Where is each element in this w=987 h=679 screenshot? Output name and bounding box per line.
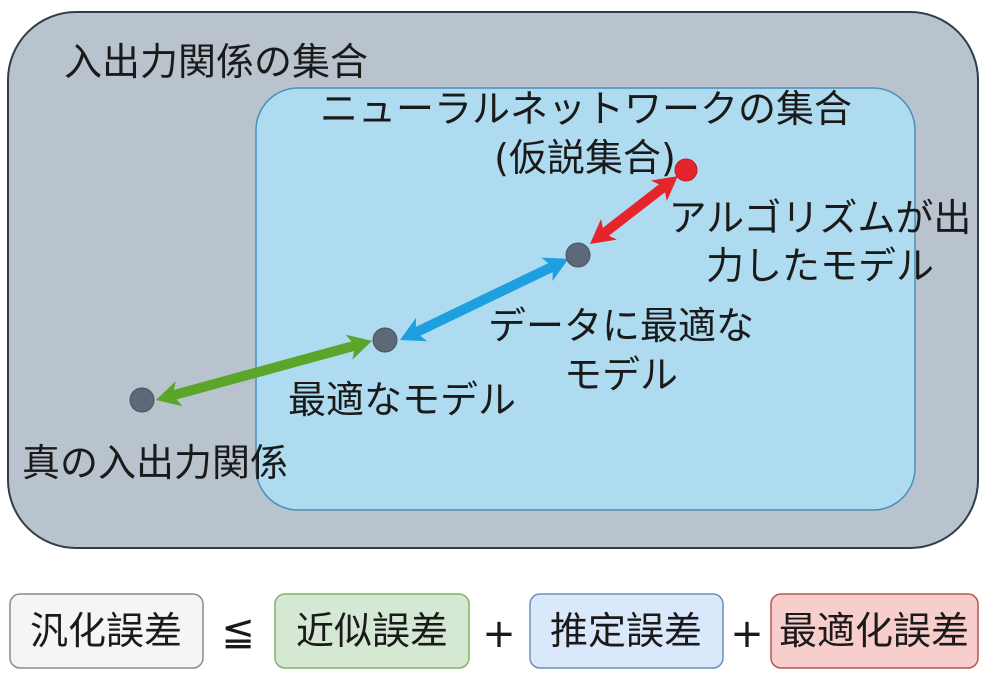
algorithm-output-label-line1: アルゴリズムが出: [669, 196, 972, 240]
estimation-error-term: 推定誤差: [529, 593, 724, 669]
optimal-model-point: [372, 327, 398, 353]
plus-symbol-1: +: [482, 611, 516, 657]
optimization-error-label: 最適化誤差: [779, 609, 969, 653]
true-relation-point: [129, 387, 155, 413]
estimation-error-label: 推定誤差: [550, 609, 702, 653]
optimal-model-label: 最適なモデル: [288, 378, 516, 422]
optimization-error-term: 最適化誤差: [770, 593, 979, 669]
plus-symbol-2: +: [730, 611, 764, 657]
approximation-error-label: 近似誤差: [296, 609, 448, 653]
less-or-equal-symbol: ≦: [221, 609, 255, 655]
approximation-error-term: 近似誤差: [274, 593, 470, 669]
generalization-error-label: 汎化誤差: [30, 609, 182, 653]
data-optimal-model-label-line2: モデル: [564, 353, 678, 397]
true-relation-label: 真の入出力関係: [22, 441, 288, 485]
data-optimal-model-label-line1: データに最適な: [488, 304, 754, 348]
algorithm-output-label-line2: 力したモデル: [706, 244, 934, 288]
data-optimal-model-point: [565, 242, 591, 268]
hypothesis-set-sublabel: (仮説集合): [494, 136, 676, 180]
diagram-canvas: 入出力関係の集合 ニューラルネットワークの集合 (仮説集合) アルゴリズムが出 …: [7, 11, 979, 669]
outer-set-label: 入出力関係の集合: [64, 40, 368, 84]
algorithm-output-point: [674, 158, 698, 182]
hypothesis-set-label: ニューラルネットワークの集合: [320, 87, 852, 131]
generalization-error-term: 汎化誤差: [9, 593, 204, 669]
